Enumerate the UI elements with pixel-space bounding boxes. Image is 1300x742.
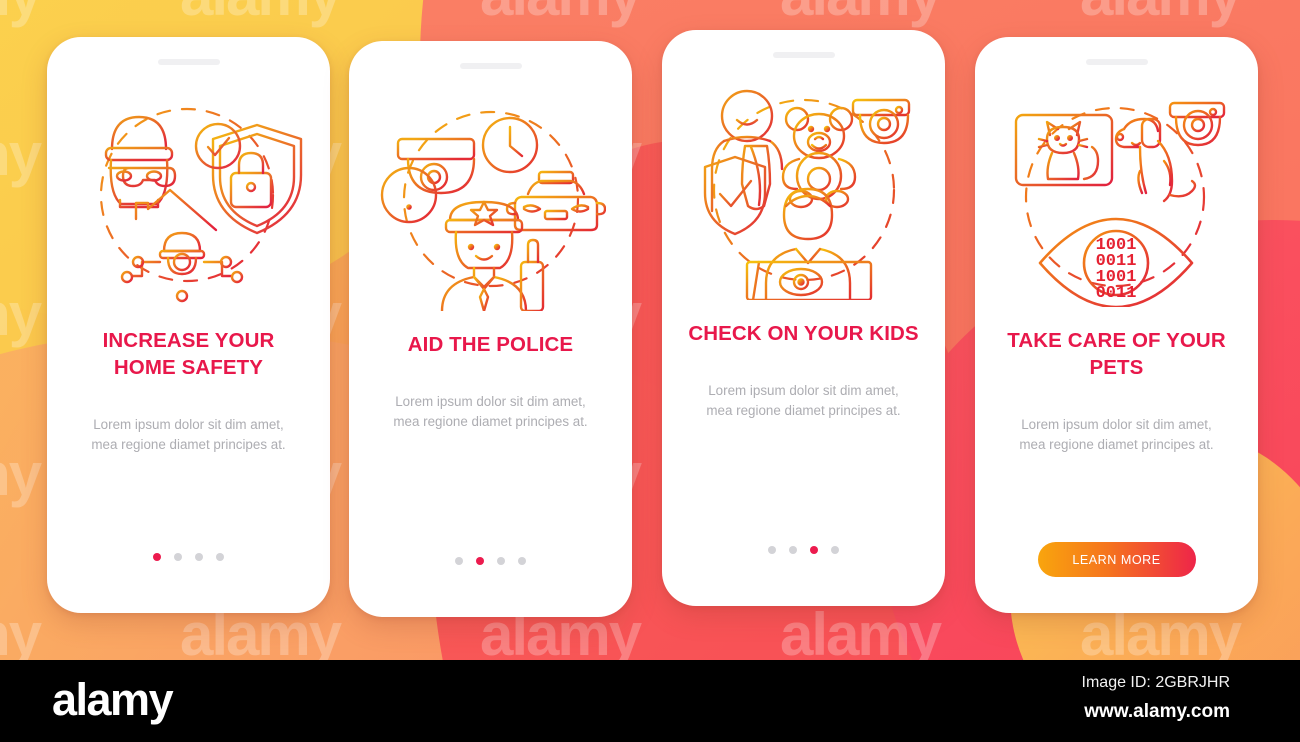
phone-speaker-grill [1085, 59, 1148, 65]
pagination-dot-4[interactable] [216, 553, 224, 561]
pagination-dots[interactable] [662, 546, 945, 554]
screen-title: CHECK ON YOUR KIDS [688, 322, 919, 345]
pagination-dot-3[interactable] [810, 546, 818, 554]
pets-illustration: 1001 0011 1001 0011 [1002, 91, 1232, 307]
pagination-dot-2[interactable] [476, 557, 484, 565]
phone-speaker-grill [157, 59, 220, 65]
screen-body-text: Lorem ipsum dolor sit dim amet, mea regi… [1019, 417, 1214, 453]
pagination-dot-2[interactable] [174, 553, 182, 561]
pagination-dot-4[interactable] [518, 557, 526, 565]
pagination-dot-1[interactable] [153, 553, 161, 561]
pagination-dot-3[interactable] [497, 557, 505, 565]
onboarding-screen-take-care-of-your-pets: 1001 0011 1001 0011 TAKE CARE OF YOUR PE… [975, 37, 1258, 613]
alamy-logo: alamy [52, 674, 174, 725]
phone-speaker-grill [772, 52, 835, 58]
onboarding-screen-check-on-your-kids: CHECK ON YOUR KIDS Lorem ipsum dolor sit… [662, 30, 945, 606]
binary-line-4: 0011 [1095, 284, 1136, 303]
screen-body-text: Lorem ipsum dolor sit dim amet, mea regi… [91, 417, 286, 453]
onboarding-screen-increase-home-safety: INCREASE YOUR HOME SAFETY Lorem ipsum do… [47, 37, 330, 613]
pagination-dots[interactable] [349, 557, 632, 565]
screen-title: AID THE POLICE [407, 333, 574, 356]
screen-body-text: Lorem ipsum dolor sit dim amet, mea regi… [706, 383, 901, 419]
police-illustration [376, 95, 606, 311]
pagination-dot-1[interactable] [455, 557, 463, 565]
onboarding-screen-aid-the-police: AID THE POLICE Lorem ipsum dolor sit dim… [349, 41, 632, 617]
pagination-dot-1[interactable] [768, 546, 776, 554]
screenshot-stage: alamyalamyalamyalamyalamyalamyalamyalamy… [0, 0, 1300, 742]
pagination-dot-4[interactable] [831, 546, 839, 554]
learn-more-button[interactable]: LEARN MORE [1037, 542, 1196, 577]
screen-body-text: Lorem ipsum dolor sit dim amet, mea regi… [393, 394, 588, 430]
pagination-dot-3[interactable] [195, 553, 203, 561]
alamy-url-label: www.alamy.com [1084, 701, 1230, 722]
pagination-dot-2[interactable] [789, 546, 797, 554]
image-id-label: Image ID: 2GBRJHR [1081, 674, 1230, 691]
kids-illustration [689, 84, 919, 300]
alamy-watermark-bar: alamy Image ID: 2GBRJHR www.alamy.com [0, 660, 1300, 742]
screen-title: TAKE CARE OF YOUR PETS [1007, 329, 1226, 380]
home-safety-illustration [74, 91, 304, 307]
phone-speaker-grill [459, 63, 522, 69]
pagination-dots[interactable] [47, 553, 330, 561]
screen-title: INCREASE YOUR HOME SAFETY [102, 329, 275, 380]
